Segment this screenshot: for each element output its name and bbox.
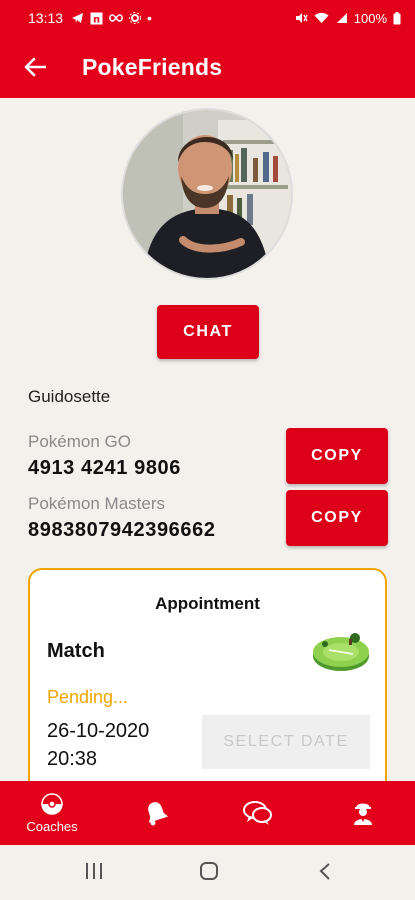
- infinity-icon: [109, 14, 123, 22]
- appointment-time: 20:38: [47, 748, 98, 770]
- appointment-heading: Appointment: [155, 594, 260, 613]
- battle-field-icon: [313, 633, 369, 671]
- avatar-photo: [123, 110, 291, 278]
- battery-level: 100%: [353, 10, 387, 26]
- username: Guidosette: [28, 387, 111, 406]
- settings-icon: [129, 12, 142, 24]
- game-label-pokemon-masters: Pokémon Masters: [28, 494, 165, 513]
- recent-apps-icon[interactable]: [84, 862, 104, 880]
- nav-label-coaches: Coaches: [26, 818, 78, 834]
- notification-icons: n •: [71, 10, 152, 26]
- svg-text:n: n: [93, 14, 100, 25]
- pokeball-icon: [41, 792, 63, 815]
- status-time: 13:13: [28, 10, 64, 26]
- page-title: PokeFriends: [82, 53, 223, 80]
- appointment-type: Match: [47, 640, 105, 662]
- appointment-date: 26-10-2020: [47, 720, 150, 742]
- copy-button-pokemon-go[interactable]: COPY: [286, 428, 388, 484]
- game-label-pokemon-go: Pokémon GO: [28, 432, 131, 451]
- battery-icon: [393, 11, 401, 24]
- home-icon[interactable]: [199, 862, 219, 882]
- chat-bubbles-icon: [243, 801, 272, 825]
- wifi-icon: [314, 12, 329, 23]
- notion-icon: n: [90, 12, 103, 25]
- coach-profile-icon: [354, 803, 372, 825]
- nav-item-profile[interactable]: [323, 781, 403, 845]
- system-nav-bar: [0, 845, 415, 900]
- bottom-nav: Coaches: [0, 781, 415, 845]
- bell-icon: [148, 802, 168, 826]
- mute-icon: [295, 13, 308, 23]
- telegram-icon: [72, 13, 84, 23]
- status-bar: 13:13 n • 100%: [0, 0, 415, 36]
- game-code-pokemon-go: 4913 4241 9806: [28, 457, 181, 479]
- app-bar: PokeFriends: [0, 36, 415, 98]
- game-code-pokemon-masters: 8983807942396662: [28, 519, 216, 541]
- nav-item-notifications[interactable]: [116, 781, 196, 845]
- chat-button[interactable]: CHAT: [157, 305, 259, 359]
- nav-item-chats[interactable]: [218, 781, 298, 845]
- back-button[interactable]: [20, 52, 50, 82]
- copy-button-pokemon-masters[interactable]: COPY: [286, 490, 388, 546]
- status-right: 100%: [295, 11, 401, 26]
- appointment-card: Appointment Match Pending... 26-10-2020 …: [28, 568, 387, 808]
- dot-icon: •: [147, 10, 152, 26]
- signal-icon: [336, 13, 347, 23]
- select-date-button[interactable]: SELECT DATE: [202, 715, 370, 769]
- avatar: [121, 108, 293, 280]
- back-arrow-icon: [24, 57, 46, 77]
- appointment-status: Pending...: [47, 687, 129, 707]
- system-back-icon[interactable]: [318, 862, 332, 882]
- nav-item-coaches[interactable]: Coaches: [12, 781, 92, 845]
